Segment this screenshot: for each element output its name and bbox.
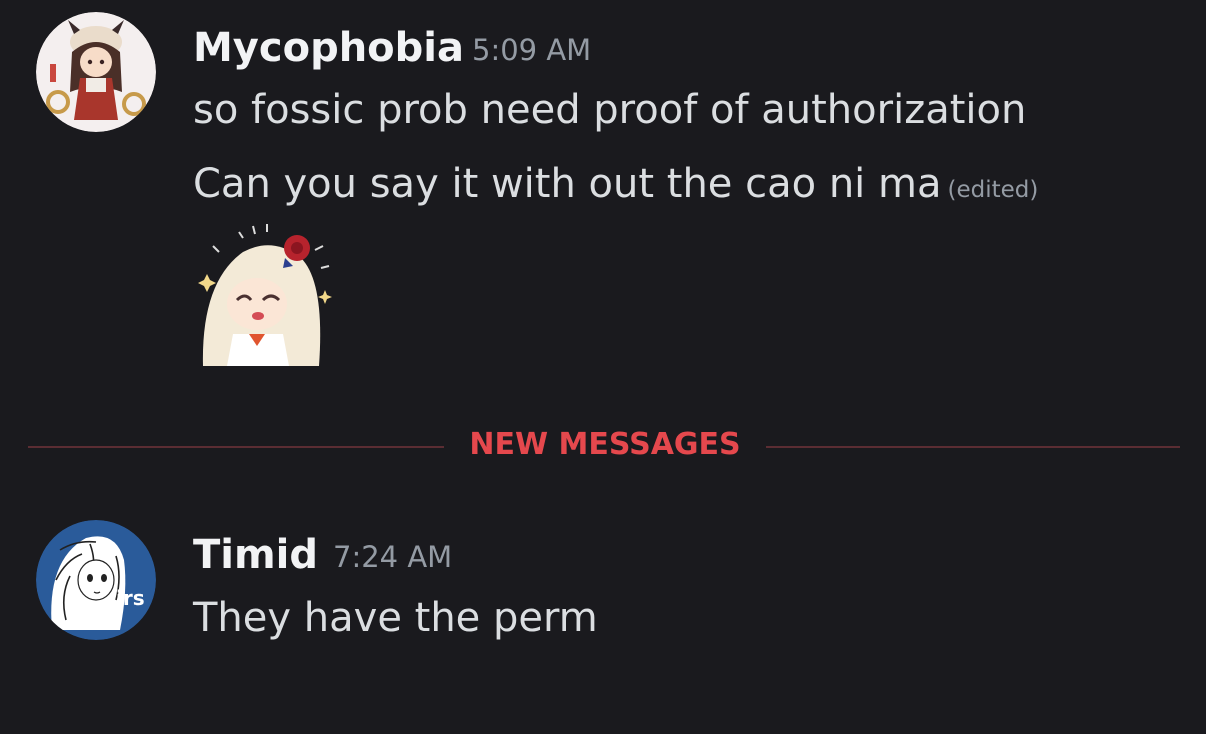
message-timestamp: 5:09 AM xyxy=(472,33,592,67)
edited-label: (edited) xyxy=(947,177,1039,203)
message-text: They have the perm xyxy=(193,595,598,641)
new-messages-label: NEW MESSAGES xyxy=(469,427,741,462)
new-messages-divider-right xyxy=(766,446,1180,448)
message-text: Can you say it with out the cao ni ma xyxy=(193,161,942,207)
message-text: so fossic prob need proof of authorizati… xyxy=(193,87,1027,133)
avatar-mycophobia[interactable] xyxy=(36,12,156,132)
username-mycophobia[interactable]: Mycophobia xyxy=(193,28,464,68)
message-timestamp: 7:24 AM xyxy=(333,540,453,574)
anime-girl-sticker[interactable] xyxy=(193,222,336,366)
message-text-edited: Can you say it with out the cao ni ma (ed… xyxy=(193,164,1038,204)
avatar-timid[interactable]: irs xyxy=(36,520,156,640)
new-messages-divider-left xyxy=(28,446,444,448)
avatar-badge-text: irs xyxy=(116,586,145,610)
username-timid[interactable]: Timid xyxy=(193,535,318,575)
